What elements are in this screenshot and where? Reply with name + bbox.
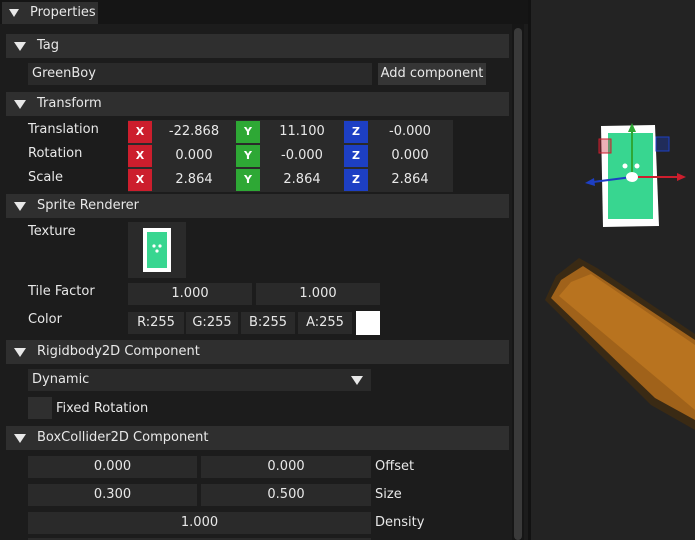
size-label: Size: [375, 487, 402, 502]
rotation-x-button[interactable]: X: [128, 145, 152, 167]
color-b-field[interactable]: B:255: [241, 312, 295, 334]
rotation-z-button[interactable]: Z: [344, 145, 368, 167]
density-field[interactable]: 1.000: [28, 512, 371, 534]
translation-x-button[interactable]: X: [128, 121, 152, 143]
offset-label: Offset: [375, 459, 415, 474]
collapse-triangle-icon: [14, 100, 26, 109]
chevron-down-icon: [351, 376, 363, 385]
rigidbody-header[interactable]: Rigidbody2D Component: [6, 340, 509, 364]
scale-z-button[interactable]: Z: [344, 169, 368, 191]
translation-label: Translation: [28, 122, 99, 137]
body-type-select[interactable]: Dynamic: [28, 369, 371, 391]
translation-x-field[interactable]: -22.868: [150, 121, 238, 143]
sprite-renderer-header-label: Sprite Renderer: [37, 198, 140, 213]
color-swatch[interactable]: [356, 311, 380, 335]
color-label: Color: [28, 312, 62, 327]
fixed-rotation-checkbox[interactable]: [28, 397, 52, 419]
tag-input[interactable]: GreenBoy: [28, 63, 372, 85]
scene-viewport[interactable]: [531, 0, 695, 540]
properties-panel: Properties Tag GreenBoy Add component Tr…: [0, 0, 528, 540]
collapse-triangle-icon: [14, 42, 26, 51]
fixed-rotation-label: Fixed Rotation: [56, 401, 149, 416]
collapse-triangle-icon: [14, 434, 26, 443]
boxcollider-header[interactable]: BoxCollider2D Component: [6, 426, 509, 450]
translation-y-field[interactable]: 11.100: [258, 121, 346, 143]
scale-y-field[interactable]: 2.864: [258, 169, 346, 191]
color-g-field[interactable]: G:255: [186, 312, 238, 334]
rotation-y-field[interactable]: -0.000: [258, 145, 346, 167]
add-component-button[interactable]: Add component: [378, 63, 486, 85]
color-r-field[interactable]: R:255: [128, 312, 184, 334]
translation-y-button[interactable]: Y: [236, 121, 260, 143]
tag-header-label: Tag: [37, 38, 60, 53]
wooden-plank-entity: [545, 258, 695, 430]
transform-header[interactable]: Transform: [6, 92, 509, 116]
collapse-triangle-icon: [14, 348, 26, 357]
rotation-y-button[interactable]: Y: [236, 145, 260, 167]
scale-y-button[interactable]: Y: [236, 169, 260, 191]
color-a-field[interactable]: A:255: [298, 312, 352, 334]
tile-factor-y-field[interactable]: 1.000: [256, 283, 380, 305]
tab-label: Properties: [30, 5, 96, 20]
tab-properties[interactable]: Properties: [2, 2, 98, 24]
size-y-field[interactable]: 0.500: [201, 484, 371, 506]
transform-header-label: Transform: [37, 96, 102, 111]
rotation-z-field[interactable]: 0.000: [366, 145, 454, 167]
sprite-renderer-header[interactable]: Sprite Renderer: [6, 194, 509, 218]
panel-title-bar: Properties: [0, 0, 528, 24]
texture-slot[interactable]: [128, 222, 186, 278]
translation-z-button[interactable]: Z: [344, 121, 368, 143]
green-character-sprite-icon: [143, 228, 171, 272]
tag-header[interactable]: Tag: [6, 34, 509, 58]
rotation-x-field[interactable]: 0.000: [150, 145, 238, 167]
scale-x-button[interactable]: X: [128, 169, 152, 191]
collapse-triangle-icon[interactable]: [9, 9, 19, 17]
translation-z-field[interactable]: -0.000: [366, 121, 454, 143]
scale-x-field[interactable]: 2.864: [150, 169, 238, 191]
density-label: Density: [375, 515, 425, 530]
scale-label: Scale: [28, 170, 63, 185]
size-x-field[interactable]: 0.300: [28, 484, 197, 506]
tile-factor-x-field[interactable]: 1.000: [128, 283, 252, 305]
offset-y-field[interactable]: 0.000: [201, 456, 371, 478]
scrollbar-thumb[interactable]: [514, 28, 522, 540]
tile-factor-label: Tile Factor: [28, 284, 95, 299]
body-type-value: Dynamic: [32, 372, 90, 387]
rotation-label: Rotation: [28, 146, 83, 161]
rigidbody-header-label: Rigidbody2D Component: [37, 344, 200, 359]
boxcollider-header-label: BoxCollider2D Component: [37, 430, 209, 445]
collapse-triangle-icon: [14, 202, 26, 211]
scene-canvas: [545, 123, 695, 430]
texture-label: Texture: [28, 224, 76, 239]
offset-x-field[interactable]: 0.000: [28, 456, 197, 478]
scale-z-field[interactable]: 2.864: [366, 169, 454, 191]
